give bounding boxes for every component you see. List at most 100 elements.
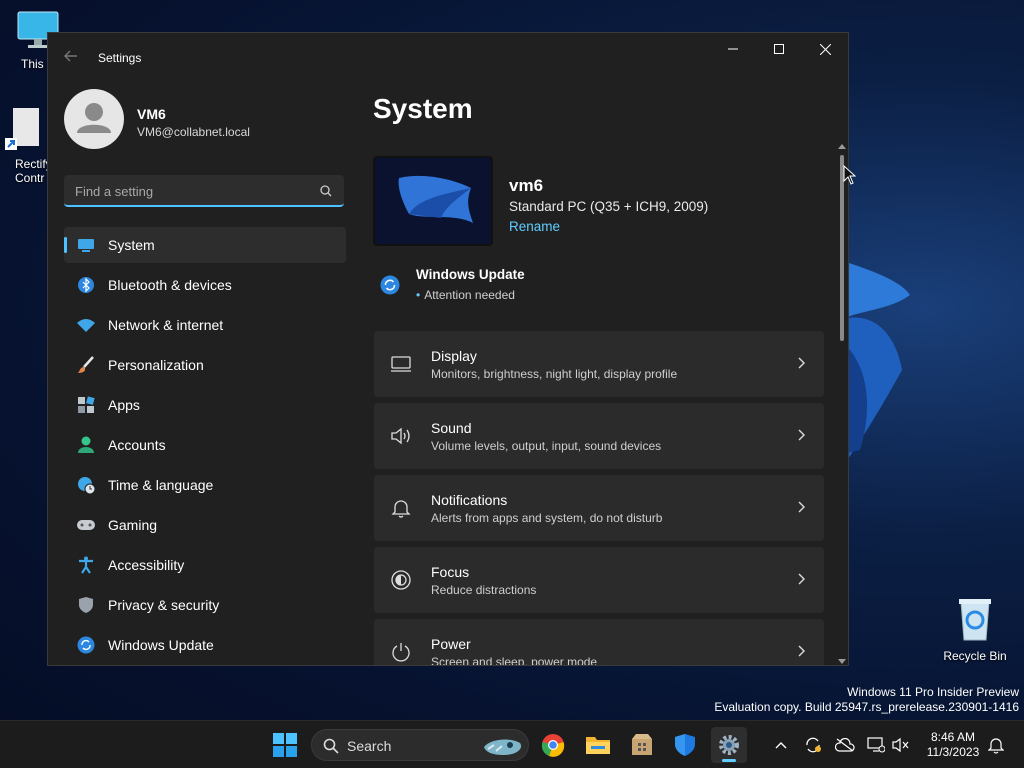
taskbar-search-box[interactable]: Search	[311, 729, 529, 761]
taskbar-security[interactable]	[667, 727, 703, 763]
sidebar-item-label: Accounts	[108, 437, 166, 453]
network-icon	[867, 737, 885, 753]
brush-icon	[76, 355, 96, 375]
sidebar-item-label: Time & language	[108, 477, 214, 493]
scroll-down-arrow-icon[interactable]	[838, 659, 846, 665]
taskbar-clock[interactable]: 8:46 AM 11/3/2023	[918, 730, 988, 760]
search-input[interactable]: Find a setting	[64, 175, 344, 207]
sidebar-item-system[interactable]: System	[64, 227, 346, 263]
taskbar-file-explorer[interactable]	[580, 727, 616, 763]
settings-card-list: Display Monitors, brightness, night ligh…	[374, 331, 824, 666]
maximize-icon	[774, 44, 784, 54]
sidebar-item-label: Network & internet	[108, 317, 224, 333]
chevron-right-icon	[798, 573, 805, 585]
card-focus[interactable]: Focus Reduce distractions	[374, 547, 824, 613]
mouse-cursor-icon	[843, 165, 857, 185]
card-display[interactable]: Display Monitors, brightness, night ligh…	[374, 331, 824, 397]
minimize-icon	[728, 48, 738, 50]
desktop-icon-recycle-bin[interactable]: Recycle Bin	[940, 596, 1010, 663]
card-subtitle: Screen and sleep, power mode	[431, 655, 598, 666]
rename-link[interactable]: Rename	[509, 219, 560, 234]
minimize-button[interactable]	[710, 33, 756, 65]
sidebar-item-accessibility[interactable]: Accessibility	[64, 547, 346, 583]
sidebar-item-time-language[interactable]: Time & language	[64, 467, 346, 503]
sidebar-item-accounts[interactable]: Accounts	[64, 427, 346, 463]
sidebar-item-privacy[interactable]: Privacy & security	[64, 587, 346, 623]
card-notifications[interactable]: Notifications Alerts from apps and syste…	[374, 475, 824, 541]
avatar[interactable]	[64, 89, 124, 149]
globe-clock-icon	[76, 475, 96, 495]
card-title: Sound	[431, 420, 472, 436]
sidebar-item-label: Windows Update	[108, 637, 214, 653]
card-sound[interactable]: Sound Volume levels, output, input, soun…	[374, 403, 824, 469]
sidebar-item-label: System	[108, 237, 155, 253]
sidebar-item-personalization[interactable]: Personalization	[64, 347, 346, 383]
page-title: System	[373, 93, 473, 124]
tray-volume[interactable]	[891, 735, 911, 755]
chevron-up-icon	[775, 742, 787, 749]
recycle-bin-icon	[959, 599, 991, 641]
search-icon	[323, 738, 339, 754]
start-button[interactable]	[267, 727, 303, 763]
maximize-button[interactable]	[756, 33, 802, 65]
clock-time: 8:46 AM	[930, 730, 976, 744]
card-title: Power	[431, 636, 471, 652]
sidebar-item-network[interactable]: Network & internet	[64, 307, 346, 343]
back-button[interactable]	[64, 49, 80, 65]
user-name: VM6	[137, 106, 166, 122]
tray-sync[interactable]	[803, 735, 823, 755]
scroll-up-arrow-icon[interactable]	[838, 143, 846, 149]
notification-center-button[interactable]	[986, 735, 1006, 755]
chevron-right-icon	[798, 429, 805, 441]
user-silhouette-icon	[77, 103, 111, 133]
sidebar-item-label: Privacy & security	[108, 597, 220, 613]
clock-date: 11/3/2023	[926, 745, 980, 759]
sidebar-item-label: Personalization	[108, 357, 204, 373]
gamepad-icon	[76, 515, 96, 535]
search-icon[interactable]	[320, 185, 332, 197]
search-highlight-icon	[484, 739, 522, 755]
close-icon	[819, 43, 831, 55]
sidebar-item-gaming[interactable]: Gaming	[64, 507, 346, 543]
sidebar-item-bluetooth[interactable]: Bluetooth & devices	[64, 267, 346, 303]
focus-icon	[391, 570, 411, 590]
power-icon	[392, 643, 410, 662]
chevron-right-icon	[798, 645, 805, 657]
windows-logo-icon	[273, 733, 297, 757]
card-title: Notifications	[431, 492, 508, 508]
taskbar-chrome[interactable]	[535, 727, 571, 763]
device-thumbnail	[373, 156, 493, 246]
show-hidden-icons-button[interactable]	[771, 735, 791, 755]
gear-icon	[719, 735, 739, 755]
folder-icon	[586, 737, 610, 754]
wallpaper-thumbnail-icon	[375, 158, 491, 244]
package-icon	[632, 734, 652, 755]
desktop-icon-label: Rectify Contr	[15, 157, 50, 185]
card-power[interactable]: Power Screen and sleep, power mode	[374, 619, 824, 666]
taskbar-app-package[interactable]	[624, 727, 660, 763]
sidebar-item-apps[interactable]: Apps	[64, 387, 346, 423]
bluetooth-icon	[76, 275, 96, 295]
sidebar-item-label: Apps	[108, 397, 140, 413]
windows-update-link[interactable]: Windows Update	[416, 267, 525, 282]
shield-icon	[675, 734, 695, 756]
sidebar-item-label: Bluetooth & devices	[108, 277, 232, 293]
tray-onedrive[interactable]	[835, 735, 855, 755]
desktop-icon-rectify[interactable]: Rectify Contr	[0, 106, 50, 185]
accessibility-icon	[76, 555, 96, 575]
card-title: Focus	[431, 564, 470, 580]
search-label: Search	[347, 738, 392, 754]
taskbar-settings[interactable]	[711, 727, 747, 763]
bell-icon	[391, 500, 411, 518]
user-email: VM6@collabnet.local	[137, 125, 250, 139]
content-scrollbar[interactable]	[838, 143, 846, 665]
chrome-icon	[541, 734, 565, 757]
tray-network[interactable]	[866, 735, 886, 755]
shortcut-file-icon	[5, 108, 39, 150]
sidebar-item-windows-update[interactable]: Windows Update	[64, 627, 346, 663]
system-icon	[76, 235, 96, 255]
close-button[interactable]	[802, 33, 848, 65]
card-subtitle: Monitors, brightness, night light, displ…	[431, 367, 678, 381]
watermark-line: Windows 11 Pro Insider Preview	[847, 685, 1019, 699]
sidebar-item-label: Gaming	[108, 517, 158, 533]
